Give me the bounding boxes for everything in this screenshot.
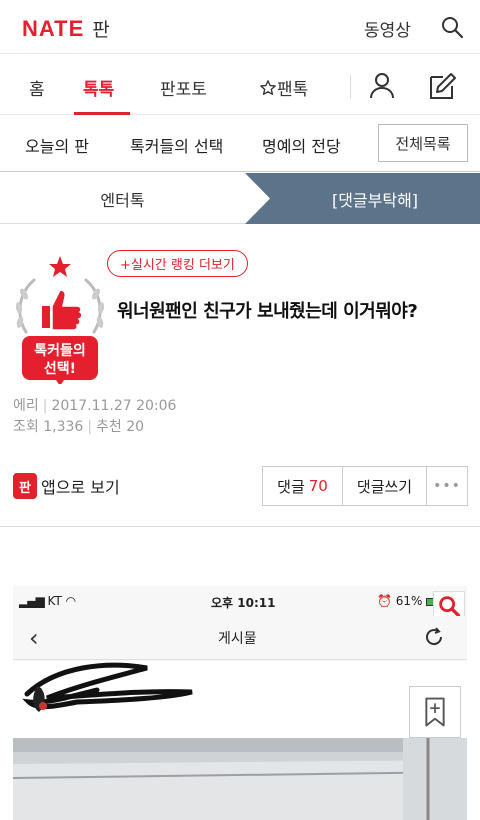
all-list-button[interactable]: 전체목록 <box>378 124 468 162</box>
article-meta-author: 에리 | 2017.11.27 20:06 <box>13 398 177 414</box>
author-name[interactable]: 에리 <box>13 398 39 414</box>
tab-entertalk[interactable]: 엔터톡 <box>0 173 245 224</box>
comments-button[interactable]: 댓글 70 <box>263 467 343 505</box>
category-tabs: 엔터톡 [댓글부탁해] <box>0 173 480 224</box>
nav-divider <box>350 75 351 99</box>
star-icon <box>260 80 276 95</box>
open-in-app-button[interactable]: 판 앱으로 보기 <box>13 473 120 499</box>
nate-pan-logo[interactable]: NATE 판 <box>22 15 110 42</box>
nav-toktok[interactable]: 톡톡 <box>83 75 114 100</box>
phone-status-bar: ▂▄▆ KT ◠ 오후 10:11 ⏰ 61% <box>13 586 467 616</box>
wifi-icon: ◠ <box>65 594 77 608</box>
back-arrow-icon: ‹ <box>29 624 39 652</box>
video-link[interactable]: 동영상 <box>364 16 411 41</box>
views-label: 조회 <box>13 419 39 435</box>
user-icon[interactable] <box>368 71 396 99</box>
svg-text:톡커들의: 톡커들의 <box>34 342 86 359</box>
article-meta-stats: 조회 1,336 | 추천 20 <box>13 419 145 435</box>
realtime-ranking-button[interactable]: +실시간 랭킹 더보기 <box>107 250 248 277</box>
comment-actions: 댓글 70 댓글쓰기 ••• <box>262 466 468 506</box>
main-nav: 홈 톡톡 판포토 팬톡 <box>0 55 480 115</box>
recommend-count: 20 <box>126 419 145 435</box>
nav-fantok[interactable]: 팬톡 <box>259 75 308 100</box>
write-comment-button[interactable]: 댓글쓰기 <box>343 467 427 505</box>
talkers-choice-badge: 톡커들의 선택! <box>15 256 105 384</box>
sub-nav: 오늘의 판 톡커들의 선택 명예의 전당 전체목록 <box>0 116 480 172</box>
nate-logo-text: NATE <box>22 16 85 41</box>
phone-nav-title: 게시물 <box>218 631 257 647</box>
top-header: NATE 판 동영상 <box>0 0 480 54</box>
pan-logo-text: 판 <box>92 19 110 41</box>
article-title: 워너원팬인 친구가 보내줬는데 이거뭐야? <box>117 301 418 322</box>
search-icon[interactable] <box>440 15 464 39</box>
comments-label: 댓글 <box>277 477 305 496</box>
svg-text:선택!: 선택! <box>44 360 76 377</box>
views-count: 1,336 <box>43 419 84 435</box>
active-tab-underline <box>74 112 130 115</box>
nav-fantok-label: 팬톡 <box>277 80 309 100</box>
section-divider <box>0 526 480 527</box>
subnav-talkers-choice[interactable]: 톡커들의 선택 <box>130 133 223 157</box>
phone-battery: ⏰ 61% <box>377 594 441 608</box>
subnav-hall-of-fame[interactable]: 명예의 전당 <box>262 133 341 157</box>
subnav-today[interactable]: 오늘의 판 <box>25 133 89 157</box>
nav-panphoto[interactable]: 판포토 <box>160 75 207 100</box>
tab-comment-please[interactable]: [댓글부탁해] <box>270 173 480 224</box>
post-image: ▂▄▆ KT ◠ 오후 10:11 ⏰ 61% ‹ 게시물 <box>13 586 467 820</box>
post-datetime: 2017.11.27 20:06 <box>51 398 177 414</box>
refresh-icon <box>426 627 443 646</box>
pan-app-icon: 판 <box>13 473 37 499</box>
write-icon[interactable] <box>427 71 457 101</box>
phone-carrier: ▂▄▆ KT ◠ <box>19 594 77 608</box>
redaction-scribble <box>22 662 193 712</box>
comment-count: 70 <box>308 477 328 495</box>
recommend-label: 추천 <box>96 419 122 435</box>
photo-preview <box>13 738 467 820</box>
bookmark-icon[interactable] <box>409 686 461 738</box>
phone-time: 오후 10:11 <box>211 596 276 610</box>
more-button[interactable]: ••• <box>427 467 467 505</box>
open-in-app-label: 앱으로 보기 <box>41 478 120 497</box>
phone-nav-bar: ‹ 게시물 <box>13 616 467 660</box>
nav-home[interactable]: 홈 <box>29 75 45 100</box>
